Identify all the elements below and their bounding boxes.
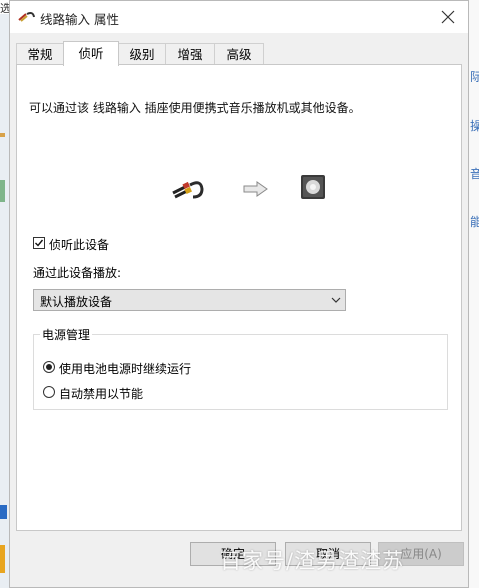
background-window-right: 际 操 音 能 [468, 0, 479, 588]
listen-panel: 可以通过该 线路输入 插座使用便携式音乐播放机或其他设备。 侦听此设备 通过此设… [16, 64, 462, 531]
tab-enhancements[interactable]: 增强 [165, 43, 215, 65]
background-link[interactable]: 际 [470, 68, 479, 85]
tab-advanced[interactable]: 高级 [214, 43, 264, 65]
device-flow [171, 173, 331, 203]
listen-checkbox-label[interactable]: 侦听此设备 [49, 236, 109, 253]
speaker-icon [301, 175, 325, 199]
chevron-down-icon [331, 297, 341, 303]
background-link[interactable]: 操 [470, 117, 479, 134]
close-button[interactable] [436, 5, 460, 29]
playback-device-label: 通过此设备播放: [33, 266, 122, 280]
watermark: 百家号/渣男渣渣苏 [220, 549, 405, 573]
close-icon [441, 10, 455, 24]
background-link[interactable]: 能 [470, 213, 479, 230]
playback-device-value: 默认播放设备 [40, 295, 113, 309]
playback-device-select[interactable]: 默认播放设备 [33, 289, 346, 311]
radio-button[interactable] [43, 386, 55, 398]
radio-label[interactable]: 自动禁用以节能 [59, 385, 143, 402]
power-management-title: 电源管理 [40, 326, 93, 343]
arrow-right-icon [243, 181, 268, 197]
properties-dialog: 线路输入 属性 常规 侦听 级别 增强 高级 可以通过该 线路输入 插座使用便携… [9, 0, 469, 588]
checkmark-icon [35, 239, 44, 247]
title-bar[interactable]: 线路输入 属性 [10, 1, 468, 33]
window-title: 线路输入 属性 [40, 12, 119, 27]
listen-description: 可以通过该 线路输入 插座使用便携式音乐播放机或其他设备。 [29, 101, 361, 115]
radio-label[interactable]: 使用电池电源时继续运行 [59, 360, 191, 377]
radio-button[interactable] [43, 361, 55, 373]
tab-levels[interactable]: 级别 [118, 43, 166, 65]
line-in-icon [18, 9, 36, 23]
tab-general[interactable]: 常规 [16, 43, 64, 65]
power-management-group: 电源管理 使用电池电源时继续运行 自动禁用以节能 [33, 326, 448, 410]
tab-listen[interactable]: 侦听 [63, 41, 119, 66]
listen-checkbox[interactable] [33, 237, 45, 249]
background-link[interactable]: 音 [470, 165, 479, 182]
audio-cable-icon [172, 181, 204, 199]
